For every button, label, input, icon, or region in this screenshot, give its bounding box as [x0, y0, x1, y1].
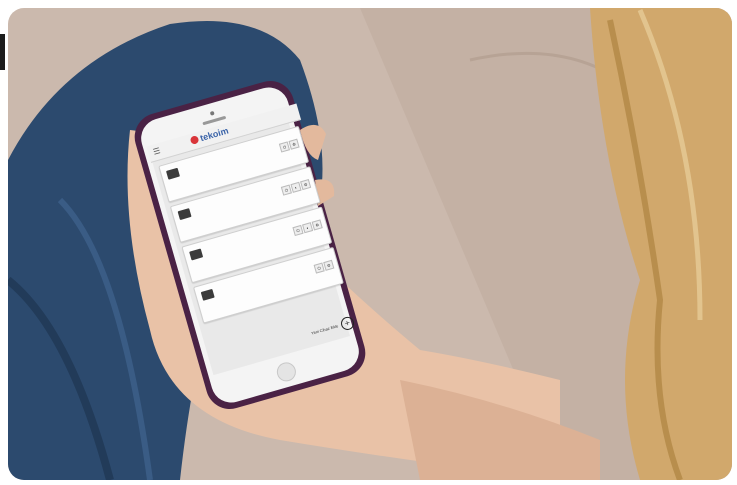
settings-icon[interactable]: ⚙ — [288, 138, 300, 150]
logo-mark-icon — [189, 135, 200, 145]
photo: ☰ tekoim ⏻ ⚙ ⏻ ◐ ⚙ ⏻ ◐ ⚙ ⏻ ⚙ Yeni Cihaz … — [0, 0, 737, 485]
device-icon — [200, 288, 215, 301]
settings-icon[interactable]: ⚙ — [300, 179, 312, 191]
scene-illustration — [8, 8, 732, 480]
photo-frame: ☰ tekoim ⏻ ⚙ ⏻ ◐ ⚙ ⏻ ◐ ⚙ ⏻ ⚙ Yeni Cihaz … — [8, 8, 732, 480]
settings-icon[interactable]: ⚙ — [311, 219, 323, 231]
edge-strip — [0, 34, 5, 70]
add-device-label: Yeni Cihaz Ekle — [310, 323, 339, 336]
add-device-button[interactable]: Yeni Cihaz Ekle + — [310, 315, 356, 340]
device-icon — [165, 167, 181, 180]
plus-circle-icon: + — [339, 315, 356, 332]
settings-icon[interactable]: ⚙ — [323, 259, 335, 271]
device-icon — [189, 248, 204, 261]
device-icon — [177, 208, 192, 221]
hamburger-icon[interactable]: ☰ — [152, 146, 161, 157]
